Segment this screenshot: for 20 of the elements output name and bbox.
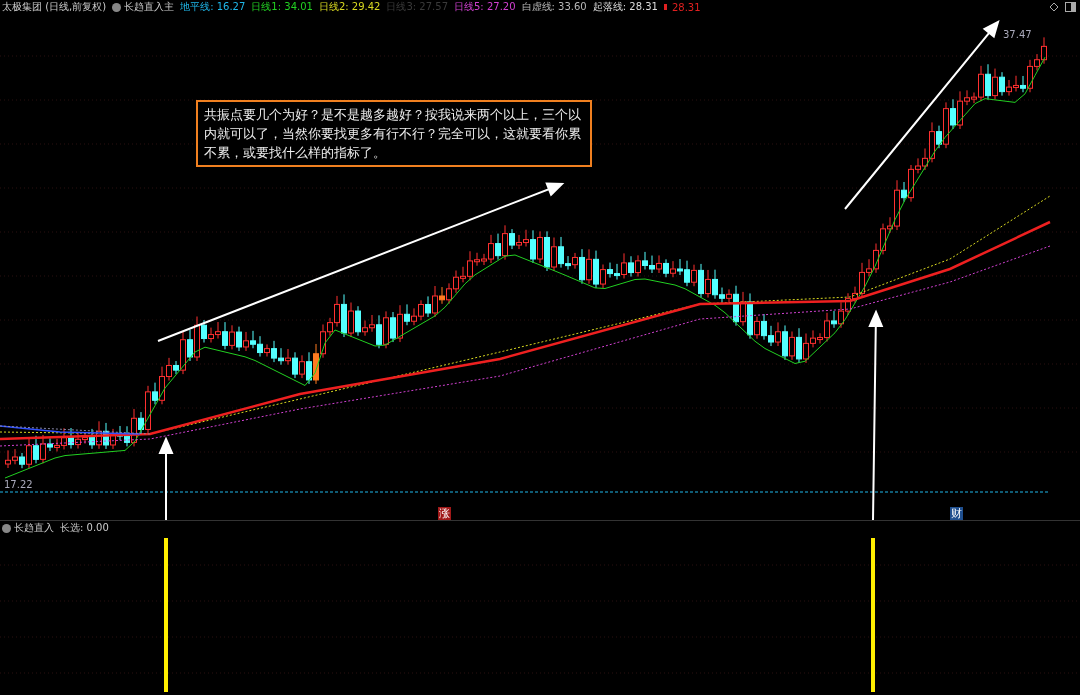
indicator-name[interactable]: 长趋直入主 bbox=[124, 0, 175, 14]
diamond-icon[interactable] bbox=[1049, 2, 1059, 12]
price-label: 37.47 bbox=[1003, 29, 1032, 40]
panel-toggle-icon[interactable] bbox=[1065, 2, 1076, 12]
legend-item: 日线5: 27.20 bbox=[454, 0, 516, 14]
legend-item: 起落线: 28.31 bbox=[592, 0, 658, 14]
price-label: 17.22 bbox=[4, 479, 33, 490]
indicator-name[interactable]: 长趋直入 bbox=[14, 521, 54, 535]
legend-item: 28.31 bbox=[671, 1, 701, 13]
stock-title: 太极集团 (日线,前复权) bbox=[2, 0, 107, 14]
legend-item: 长选: 0.00 bbox=[60, 521, 109, 535]
collapse-icon[interactable] bbox=[2, 523, 11, 533]
annotation-text: 共振点要几个为好？是不是越多越好？按我说来两个以上，三个以内就可以了，当然你要找更多有行不行？完全可以，这就要看你累不累，或要找什么样的指标了。 bbox=[196, 100, 592, 167]
event-marker[interactable]: 财 bbox=[950, 507, 963, 520]
legend-item: 白虚线: 33.60 bbox=[521, 0, 587, 14]
legend-item: 地平线: 16.27 bbox=[180, 0, 246, 14]
event-marker[interactable]: 涨 bbox=[438, 507, 451, 520]
collapse-icon[interactable] bbox=[112, 2, 122, 12]
legend-item: 日线2: 29.42 bbox=[318, 0, 381, 14]
legend-item: 日线1: 34.01 bbox=[251, 0, 313, 14]
